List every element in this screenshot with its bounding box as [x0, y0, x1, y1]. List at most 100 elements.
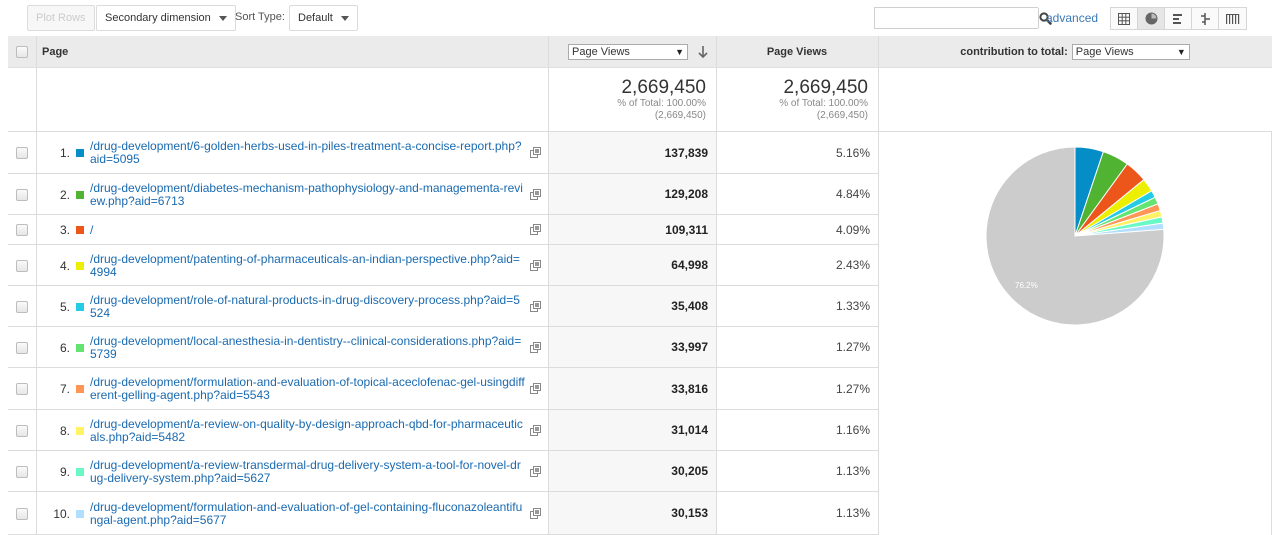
- page-views-cell: 30,153: [549, 492, 716, 534]
- open-external-icon[interactable]: [530, 189, 542, 201]
- chevron-down-icon: [219, 16, 227, 21]
- search-box: [874, 7, 1038, 29]
- table-row: 1. /drug-development/6-golden-herbs-used…: [8, 132, 878, 174]
- open-external-icon[interactable]: [530, 147, 542, 159]
- term-cloud-view-button[interactable]: [1219, 8, 1246, 29]
- page-link[interactable]: /drug-development/role-of-natural-produc…: [90, 294, 526, 320]
- performance-bar-view-icon: [1172, 13, 1184, 25]
- percent-cell: 1.16%: [717, 410, 878, 450]
- sort-descending-icon[interactable]: [698, 46, 708, 58]
- advanced-search-link[interactable]: advanced: [1046, 11, 1098, 25]
- color-swatch: [76, 303, 84, 311]
- row-index: 6.: [48, 341, 70, 355]
- contribution-select-value: Page Views: [1076, 46, 1134, 58]
- data-table-view-button[interactable]: [1111, 8, 1138, 29]
- color-swatch: [76, 510, 84, 518]
- row-index: 8.: [48, 424, 70, 438]
- table-row: 10. /drug-development/formulation-and-ev…: [8, 492, 878, 535]
- open-external-icon[interactable]: [530, 260, 542, 272]
- column-divider: [36, 132, 37, 173]
- metric-select[interactable]: Page Views ▼: [568, 44, 688, 60]
- open-external-icon[interactable]: [530, 301, 542, 313]
- pv-total-cell: 2,669,450 % of Total: 100.00% (2,669,450…: [548, 68, 716, 131]
- column-divider: [36, 368, 37, 409]
- row-index: 10.: [48, 507, 70, 521]
- secondary-dimension-dropdown[interactable]: Secondary dimension: [96, 5, 236, 31]
- row-checkbox[interactable]: [16, 147, 28, 159]
- open-external-icon[interactable]: [530, 224, 542, 236]
- column-divider: [36, 492, 37, 534]
- table-row: 8. /drug-development/a-review-on-quality…: [8, 410, 878, 451]
- row-checkbox[interactable]: [16, 508, 28, 520]
- open-external-icon[interactable]: [530, 383, 542, 395]
- metric2-column-header[interactable]: Page Views: [716, 36, 878, 67]
- pv2-total-cell: 2,669,450 % of Total: 100.00% (2,669,450…: [716, 68, 878, 131]
- percentage-pie-view-button[interactable]: [1138, 8, 1165, 29]
- page-link[interactable]: /drug-development/patenting-of-pharmaceu…: [90, 253, 526, 279]
- metric2-header-label: Page Views: [767, 46, 827, 58]
- search-input[interactable]: [875, 8, 1038, 28]
- row-index: 9.: [48, 465, 70, 479]
- color-swatch: [76, 191, 84, 199]
- select-all-checkbox[interactable]: [16, 46, 28, 58]
- page-link[interactable]: /drug-development/formulation-and-evalua…: [90, 501, 526, 527]
- page-header-label: Page: [42, 46, 68, 58]
- page-column-header[interactable]: Page: [36, 36, 548, 67]
- color-swatch: [76, 385, 84, 393]
- percent-cell: 4.84%: [717, 174, 878, 214]
- row-checkbox[interactable]: [16, 342, 28, 354]
- plot-rows-button[interactable]: Plot Rows: [27, 5, 95, 31]
- secondary-dimension-label: Secondary dimension: [105, 12, 211, 24]
- percentage-pie-view-icon: [1145, 12, 1158, 25]
- percent-cell: 1.27%: [717, 368, 878, 409]
- row-index: 3.: [48, 223, 70, 237]
- row-checkbox[interactable]: [16, 260, 28, 272]
- row-checkbox[interactable]: [16, 224, 28, 236]
- page-link[interactable]: /drug-development/local-anesthesia-in-de…: [90, 335, 526, 361]
- column-divider: [36, 68, 37, 131]
- page-link[interactable]: /: [90, 224, 526, 237]
- page-link[interactable]: /drug-development/a-review-transdermal-d…: [90, 459, 526, 485]
- color-swatch: [76, 344, 84, 352]
- performance-view-button[interactable]: [1165, 8, 1192, 29]
- column-divider: [878, 68, 879, 131]
- totals-row: 2,669,450 % of Total: 100.00% (2,669,450…: [8, 68, 1272, 132]
- open-external-icon[interactable]: [530, 466, 542, 478]
- select-all-cell: [8, 36, 36, 67]
- row-checkbox[interactable]: [16, 383, 28, 395]
- contribution-header: contribution to total: Page Views ▼: [878, 36, 1272, 67]
- open-external-icon[interactable]: [530, 342, 542, 354]
- table-row: 2. /drug-development/diabetes-mechanism-…: [8, 174, 878, 215]
- column-divider: [36, 215, 37, 244]
- page-views-cell: 33,997: [549, 327, 716, 367]
- page-link[interactable]: /drug-development/a-review-on-quality-by…: [90, 418, 526, 444]
- row-index: 4.: [48, 259, 70, 273]
- row-checkbox[interactable]: [16, 466, 28, 478]
- pv-total-absolute: (2,669,450): [617, 110, 706, 122]
- percent-cell: 5.16%: [717, 132, 878, 173]
- percent-cell: 1.33%: [717, 286, 878, 326]
- comparison-view-button[interactable]: [1192, 8, 1219, 29]
- row-checkbox[interactable]: [16, 189, 28, 201]
- table-row: 4. /drug-development/patenting-of-pharma…: [8, 245, 878, 286]
- row-checkbox[interactable]: [16, 425, 28, 437]
- page-views-cell: 137,839: [549, 132, 716, 173]
- percent-cell: 1.27%: [717, 327, 878, 367]
- open-external-icon[interactable]: [530, 425, 542, 437]
- term-cloud-view-icon: [1226, 13, 1240, 25]
- page-link[interactable]: /drug-development/diabetes-mechanism-pat…: [90, 182, 526, 208]
- row-checkbox[interactable]: [16, 301, 28, 313]
- table-row: 6. /drug-development/local-anesthesia-in…: [8, 327, 878, 368]
- row-index: 5.: [48, 300, 70, 314]
- pv-total-value: 2,669,450: [617, 78, 706, 98]
- page-link[interactable]: /drug-development/6-golden-herbs-used-in…: [90, 140, 526, 166]
- contribution-select[interactable]: Page Views ▼: [1072, 44, 1190, 60]
- page-views-cell: 129,208: [549, 174, 716, 214]
- color-swatch: [76, 149, 84, 157]
- page-link[interactable]: /drug-development/formulation-and-evalua…: [90, 376, 526, 402]
- row-index: 1.: [48, 146, 70, 160]
- table-row: 7. /drug-development/formulation-and-eva…: [8, 368, 878, 410]
- open-external-icon[interactable]: [530, 508, 542, 520]
- column-divider: [36, 286, 37, 326]
- sort-type-dropdown[interactable]: Default: [289, 5, 358, 31]
